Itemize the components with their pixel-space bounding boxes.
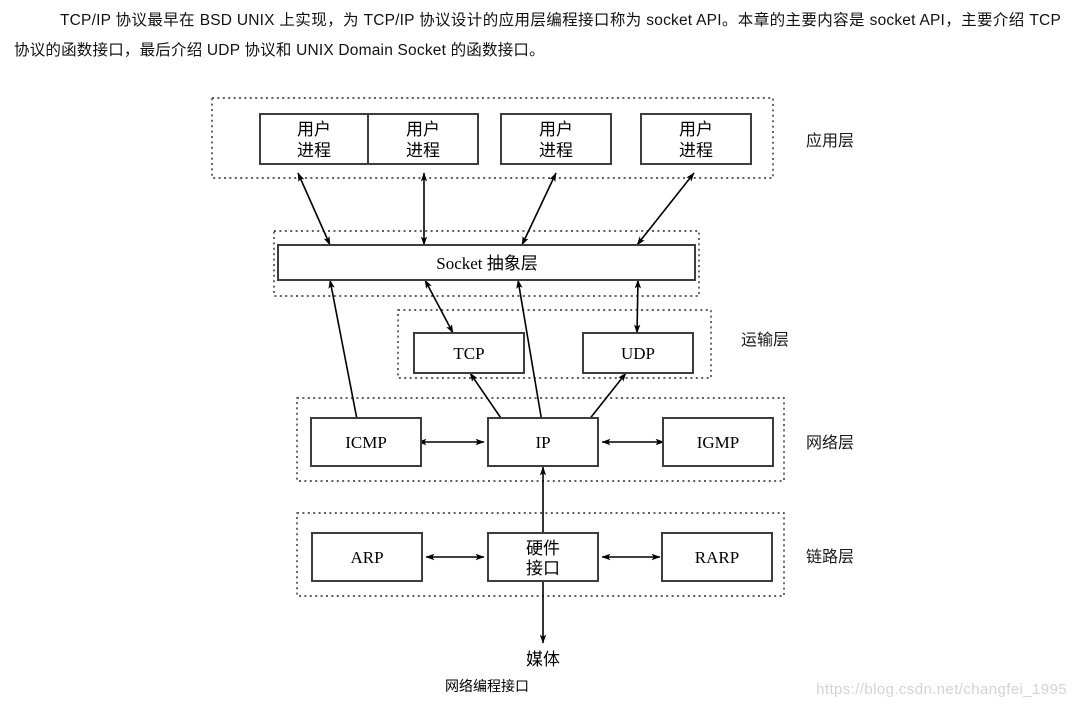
layer-label-link: 链路层 (806, 548, 854, 566)
node-user-process-4[interactable]: 用户 进程 (640, 113, 752, 165)
node-user-process-1[interactable]: 用户 进程 (259, 113, 369, 165)
connector-user-process-1-socket (297, 172, 331, 246)
arp-label: ARP (350, 548, 383, 567)
icmp-label: ICMP (345, 433, 387, 452)
node-user-process-2[interactable]: 用户 进程 (367, 113, 479, 165)
hardware-interface-line2: 接口 (526, 559, 560, 578)
user-process-4-line2: 进程 (679, 141, 713, 160)
node-hardware-interface[interactable]: 硬件 接口 (487, 532, 599, 582)
connector-user-process-3-socket (521, 172, 557, 246)
node-tcp[interactable]: TCP (413, 332, 525, 374)
node-arp[interactable]: ARP (311, 532, 423, 582)
ip-label: IP (535, 433, 550, 452)
socket-abstraction-label: Socket 抽象层 (436, 254, 538, 273)
connector-socket-tcp (424, 279, 454, 334)
udp-label: UDP (621, 344, 655, 363)
hardware-interface-line1: 硬件 (526, 539, 560, 558)
connector-socket-udp (633, 279, 642, 334)
rarp-label: RARP (695, 548, 739, 567)
user-process-1-line1: 用户 (297, 120, 331, 139)
user-process-1-line2: 进程 (297, 141, 331, 160)
node-user-process-3[interactable]: 用户 进程 (500, 113, 612, 165)
layer-label-network: 网络层 (806, 433, 854, 452)
user-process-3-line2: 进程 (539, 141, 573, 160)
diagram-caption: 网络编程接口 (445, 678, 529, 694)
connector-user-process-4-socket (636, 172, 695, 246)
igmp-label: IGMP (697, 433, 740, 452)
user-process-4-line1: 用户 (679, 120, 713, 139)
node-socket-abstraction[interactable]: Socket 抽象层 (277, 244, 696, 281)
node-rarp[interactable]: RARP (661, 532, 773, 582)
connector-socket-icmp (328, 279, 363, 441)
layer-label-application: 应用层 (806, 131, 854, 150)
user-process-2-line1: 用户 (406, 120, 440, 139)
intro-text: TCP/IP 协议最早在 BSD UNIX 上实现，为 TCP/IP 协议设计的… (14, 12, 1061, 59)
node-igmp[interactable]: IGMP (662, 417, 774, 467)
node-ip[interactable]: IP (487, 417, 599, 467)
watermark: https://blog.csdn.net/changfei_1995 (816, 681, 1067, 698)
layer-label-transport: 运输层 (741, 331, 789, 349)
intro-paragraph: TCP/IP 协议最早在 BSD UNIX 上实现，为 TCP/IP 协议设计的… (0, 0, 1075, 66)
tcp-label: TCP (453, 344, 484, 363)
user-process-3-line1: 用户 (539, 120, 573, 139)
node-icmp[interactable]: ICMP (310, 417, 422, 467)
network-stack-diagram: 用户 进程 用户 进程 用户 进程 用户 进程 Socket 抽象层 TCP U… (0, 68, 1075, 712)
media-label: 媒体 (526, 650, 560, 669)
diagram-svg: 用户 进程 用户 进程 用户 进程 用户 进程 Socket 抽象层 TCP U… (211, 97, 854, 694)
user-process-2-line2: 进程 (406, 141, 440, 160)
node-udp[interactable]: UDP (582, 332, 694, 374)
